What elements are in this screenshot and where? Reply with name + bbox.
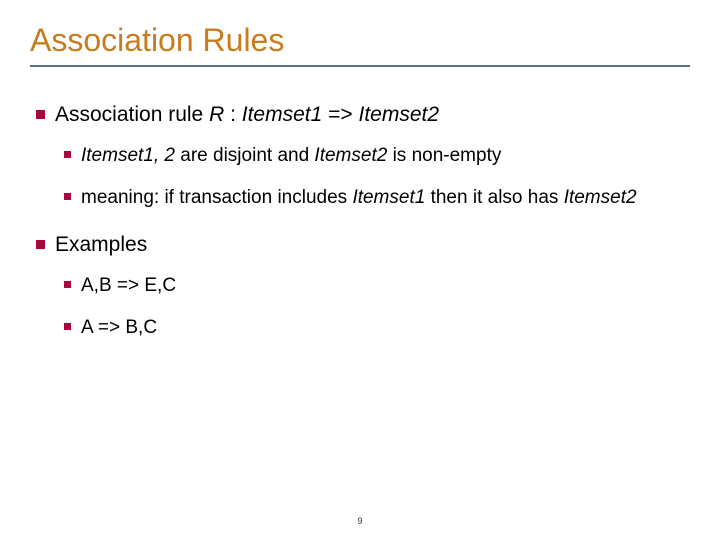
text-colon: :	[224, 103, 242, 126]
text-tail: is non-empty	[387, 145, 501, 166]
subbullet-disjoint: Itemset1, 2 are disjoint and Itemset2 is…	[64, 143, 690, 169]
var-itemset2: Itemset2	[359, 103, 440, 126]
var-itemset1: Itemset1	[352, 187, 425, 208]
bullet-text: Association rule R : Itemset1 => Itemset…	[55, 101, 439, 129]
square-bullet-icon	[64, 193, 71, 200]
slide-title: Association Rules	[30, 22, 690, 59]
subbullet-meaning: meaning: if transaction includes Itemset…	[64, 185, 690, 211]
bullet-examples: Examples	[36, 231, 690, 259]
page-number: 9	[357, 516, 362, 526]
text-prefix: meaning: if transaction includes	[81, 187, 352, 208]
bullet-text: meaning: if transaction includes Itemset…	[81, 185, 637, 211]
text-mid: then it also has	[425, 187, 563, 208]
var-itemset2: Itemset2	[564, 187, 637, 208]
square-bullet-icon	[36, 240, 45, 249]
var-r: R	[209, 103, 224, 126]
text-arrow: =>	[322, 103, 358, 126]
bullet-text: Itemset1, 2 are disjoint and Itemset2 is…	[81, 143, 501, 169]
bullet-text: A => B,C	[81, 315, 157, 341]
text-prefix: Association rule	[55, 103, 209, 126]
var-itemset12: Itemset1, 2	[81, 145, 175, 166]
bullet-text: A,B => E,C	[81, 273, 176, 299]
subbullet-example-2: A => B,C	[64, 315, 690, 341]
var-itemset1: Itemset1	[242, 103, 323, 126]
bullet-text: Examples	[55, 231, 147, 259]
subbullet-example-1: A,B => E,C	[64, 273, 690, 299]
bullet-association-rule: Association rule R : Itemset1 => Itemset…	[36, 101, 690, 129]
square-bullet-icon	[64, 323, 71, 330]
slide: Association Rules Association rule R : I…	[0, 0, 720, 340]
var-itemset2: Itemset2	[314, 145, 387, 166]
square-bullet-icon	[64, 281, 71, 288]
square-bullet-icon	[36, 110, 45, 119]
text-mid: are disjoint and	[175, 145, 314, 166]
title-divider	[30, 65, 690, 67]
square-bullet-icon	[64, 151, 71, 158]
